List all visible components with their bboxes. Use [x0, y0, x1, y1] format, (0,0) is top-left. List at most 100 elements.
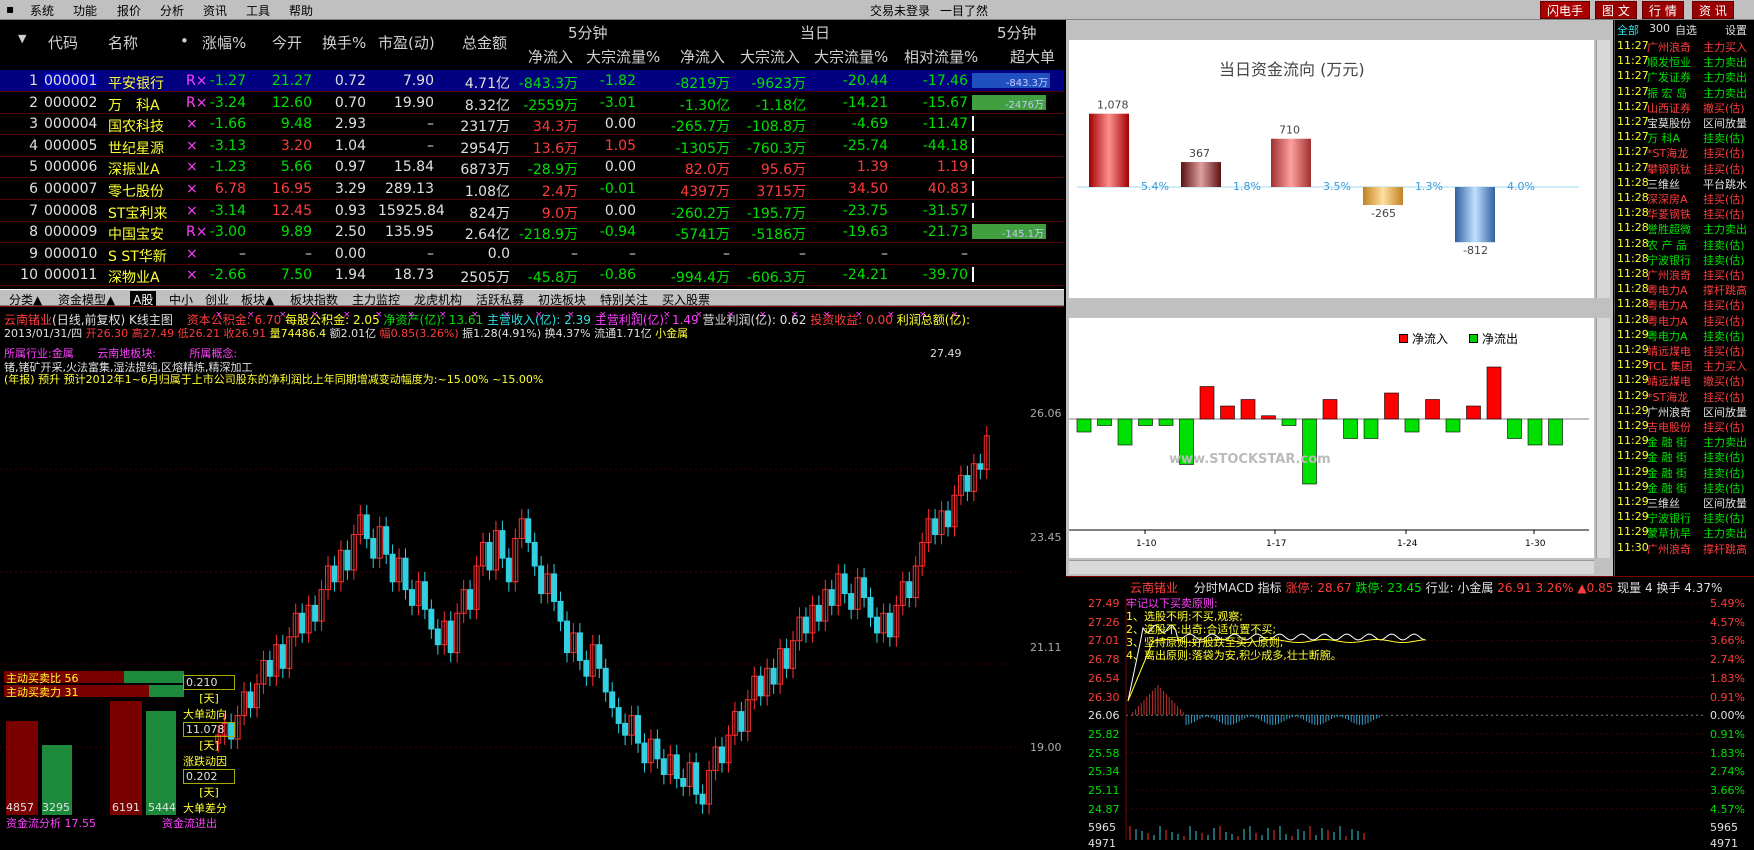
- cell-net5: -28.9万: [527, 162, 578, 179]
- ticker-row[interactable]: 11:27 万 科A 挂卖(估): [1615, 130, 1754, 145]
- table-row[interactable]: 3 000004 国农科技 × -1.66 9.48 2.93 – 2317万 34.3万 0.00…: [0, 113, 1064, 136]
- cell-amount: 8.32亿: [464, 97, 510, 114]
- table-row[interactable]: 6 000007 零七股份 × 6.78 16.95 3.29 289.13 1.08亿 2.4万…: [0, 178, 1064, 200]
- ticker-row[interactable]: 11:29 靖远煤电 挂买(估): [1615, 343, 1754, 358]
- chart-text-button[interactable]: 图 文: [1595, 1, 1637, 19]
- ticker-settings[interactable]: 设置: [1725, 22, 1747, 38]
- ticker-tab-all[interactable]: 全部: [1617, 22, 1639, 38]
- ticker-row[interactable]: 11:29 三维丝 区间放量: [1615, 495, 1754, 510]
- col-name[interactable]: 名称: [108, 32, 138, 53]
- col-bigpct5[interactable]: 大宗流量%: [586, 46, 660, 67]
- ticker-row[interactable]: 11:29 靖远煤电 撤买(估): [1615, 373, 1754, 388]
- ticker-row[interactable]: 11:27 顺发恒业 主力卖出: [1615, 54, 1754, 69]
- super-order-bar: -145.1万: [972, 224, 1046, 240]
- cell-flag: R×: [186, 73, 208, 89]
- ticker-row[interactable]: 11:28 宁波银行 挂卖(估): [1615, 252, 1754, 267]
- menu-tools[interactable]: 工具: [246, 2, 270, 19]
- table-row[interactable]: 1 000001 平安银行 R× -1.27 21.27 0.72 7.90 4.71亿 -843…: [0, 70, 1064, 92]
- col-pct[interactable]: 涨幅%: [202, 32, 246, 53]
- ticker-row[interactable]: 11:28 华菱钢铁 挂买(估): [1615, 206, 1754, 221]
- ticker-row[interactable]: 11:27 广发证券 主力卖出: [1615, 69, 1754, 84]
- col-big[interactable]: 大宗流入: [740, 46, 800, 67]
- col-open[interactable]: 今开: [272, 32, 302, 53]
- menu-system[interactable]: 系统: [30, 2, 54, 19]
- column-menu-icon[interactable]: ▼: [18, 32, 26, 45]
- ticker-row[interactable]: 11:28 粤电力A 撑杆跳高: [1615, 282, 1754, 297]
- news-button[interactable]: 资 讯: [1692, 1, 1734, 19]
- menu-function[interactable]: 功能: [73, 2, 97, 19]
- col-amount[interactable]: 总金额: [462, 32, 507, 53]
- cell-flag: R×: [186, 94, 208, 111]
- ticker-row[interactable]: 11:29 金 融 街 挂卖(估): [1615, 480, 1754, 495]
- quotes-button[interactable]: 行 情: [1642, 1, 1684, 19]
- ticker-tab-300[interactable]: 300: [1649, 22, 1670, 35]
- x-tick-label: 1-17: [1266, 539, 1286, 549]
- ticker-row[interactable]: 11:29 广州浪奇 区间放量: [1615, 404, 1754, 419]
- ticker-row[interactable]: 11:27 山西证券 撤买(估): [1615, 100, 1754, 115]
- net-flow-scrollbar[interactable]: [1596, 318, 1610, 558]
- ticker-row[interactable]: 11:30 广州浪奇 撑杆跳高: [1615, 541, 1754, 556]
- ticker-row[interactable]: 11:29 吉电股份 挂买(估): [1615, 419, 1754, 434]
- ticker-row[interactable]: 11:28 深深房A 挂买(估): [1615, 191, 1754, 206]
- col-pe[interactable]: 市盈(动): [378, 32, 435, 53]
- cell-flag: ×: [186, 137, 198, 154]
- ticker-stock: 宝莫股份: [1647, 117, 1691, 130]
- cell-name: 深物业A: [108, 270, 160, 287]
- menu-info[interactable]: 资讯: [203, 2, 227, 19]
- ticker-row[interactable]: 11:29 金 融 街 主力卖出: [1615, 434, 1754, 449]
- col-super[interactable]: 超大单: [1010, 46, 1055, 67]
- cell-flag: ×: [186, 202, 198, 219]
- ticker-time: 11:28: [1617, 282, 1649, 296]
- app-icon[interactable]: ▪: [6, 2, 14, 16]
- cell-n: 10: [20, 267, 38, 284]
- table-row[interactable]: 5 000006 深振业A × -1.23 5.66 0.97 15.84 6873万 -28.9…: [0, 156, 1064, 179]
- ticker-row[interactable]: 11:27 *ST海龙 挂买(估): [1615, 145, 1754, 160]
- table-row[interactable]: 9 000010 S ST华新 × – – 0.00 – 0.0 – – – – – –: [0, 243, 1064, 265]
- ticker-stock: 广州浪奇: [1647, 542, 1691, 556]
- col-rel[interactable]: 相对流量%: [904, 46, 978, 67]
- ticker-row[interactable]: 11:28 农 产 品 挂卖(估): [1615, 237, 1754, 252]
- ticker-row[interactable]: 11:29 金 融 街 挂卖(估): [1615, 465, 1754, 480]
- col-net[interactable]: 净流入: [680, 46, 725, 67]
- cell-net: -265.7万: [670, 119, 730, 136]
- cell-rel: -15.67: [922, 94, 968, 111]
- ticker-row[interactable]: 11:29 宁波银行 挂卖(估): [1615, 510, 1754, 525]
- ticker-row[interactable]: 11:27 广州浪奇 主力买入: [1615, 39, 1754, 54]
- ticker-row[interactable]: 11:29 TCL 集团 主力买入: [1615, 358, 1754, 373]
- col-bigpct[interactable]: 大宗流量%: [814, 46, 888, 67]
- cell-open: 12.45: [271, 202, 312, 219]
- col-turnover[interactable]: 换手%: [322, 32, 366, 53]
- ticker-row[interactable]: 11:29 *ST海龙 挂买(估): [1615, 389, 1754, 404]
- col-code[interactable]: 代码: [48, 32, 78, 53]
- menu-analysis[interactable]: 分析: [160, 2, 184, 19]
- ticker-row[interactable]: 11:27 振 宏 岛 主力卖出: [1615, 85, 1754, 100]
- flash-trade-button[interactable]: 闪电手: [1540, 1, 1591, 19]
- menu-quote[interactable]: 报价: [117, 2, 141, 19]
- cell-code: 000004: [44, 116, 98, 133]
- table-row[interactable]: 7 000008 ST宝利来 × -3.14 12.45 0.93 15925.84 824万 9…: [0, 200, 1064, 222]
- ticker-row[interactable]: 11:29 蒙草抗旱 主力卖出: [1615, 525, 1754, 540]
- ticker-row[interactable]: 11:28 粤电力A 挂买(估): [1615, 297, 1754, 312]
- col-net5[interactable]: 净流入: [528, 46, 573, 67]
- table-row[interactable]: 2 000002 万 科A R× -3.24 12.60 0.70 19.90 8.32亿 -25…: [0, 92, 1064, 114]
- net-flow-hscroll[interactable]: [1069, 560, 1594, 574]
- ticker-row[interactable]: 11:28 广州浪奇 挂买(估): [1615, 267, 1754, 282]
- table-row[interactable]: 8 000009 中国宝安 R× -3.00 9.89 2.50 135.95 2.64亿 -21…: [0, 221, 1064, 244]
- menu-help[interactable]: 帮助: [289, 2, 313, 19]
- ticker-tab-watch[interactable]: 自选: [1675, 22, 1697, 38]
- table-row[interactable]: 10 000011 深物业A × -2.66 7.50 1.94 18.73 2505万 -45.…: [0, 264, 1064, 287]
- ticker-row[interactable]: 11:28 三维丝 平台跳水: [1615, 176, 1754, 191]
- cell-amount: 824万: [469, 205, 510, 222]
- ticker-row[interactable]: 11:28 誉胜超微 主力卖出: [1615, 221, 1754, 236]
- ticker-row[interactable]: 11:29 金 融 街 挂卖(估): [1615, 449, 1754, 464]
- ticker-row[interactable]: 11:29 粤电力A 挂卖(估): [1615, 328, 1754, 343]
- table-row[interactable]: 4 000005 世纪星源 × -3.13 3.20 1.04 – 2954万 13.6万 1.05…: [0, 135, 1064, 157]
- ticker-row[interactable]: 11:27 宝莫股份 区间放量: [1615, 115, 1754, 130]
- cell-turn: 1.94: [334, 267, 366, 284]
- cell-pct: -3.00: [209, 224, 246, 241]
- ticker-row[interactable]: 11:27 攀钢钒钛 挂买(估): [1615, 161, 1754, 176]
- ticker-row[interactable]: 11:28 粤电力A 挂买(估): [1615, 313, 1754, 328]
- fund-flow-scrollbar[interactable]: [1596, 40, 1610, 298]
- cell-net: -994.4万: [670, 270, 730, 287]
- candle-body: [312, 604, 319, 622]
